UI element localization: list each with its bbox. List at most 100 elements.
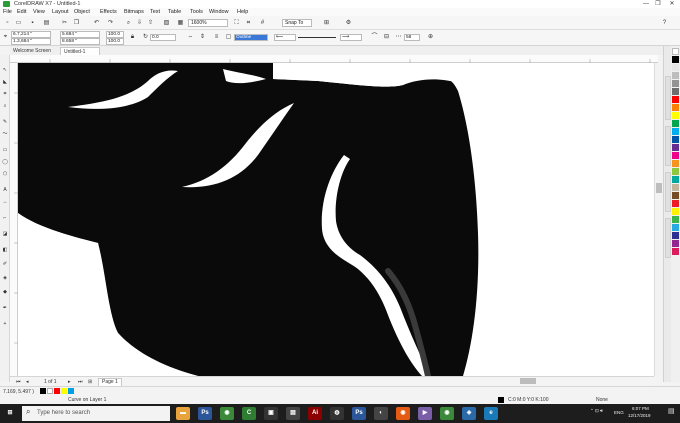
menu-text[interactable]: Text (150, 8, 160, 16)
export-icon[interactable]: ⇧ (146, 19, 155, 28)
palette-swatch[interactable] (672, 184, 679, 191)
transparency-tool-icon[interactable]: ◧ (2, 247, 8, 253)
coreldraw-taskbar-icon[interactable]: C (242, 407, 256, 420)
clock-date[interactable]: 12/17/2019 (628, 413, 651, 419)
doc-swatch-white[interactable] (47, 388, 53, 394)
drawing-canvas[interactable] (18, 63, 658, 376)
scale-y-field[interactable]: 100.0 (106, 38, 124, 45)
full-screen-icon[interactable]: ⛶ (232, 19, 241, 28)
menu-view[interactable]: View (33, 8, 45, 16)
app-icon-4[interactable]: ◐ (374, 407, 388, 420)
wrap-text-icon[interactable]: ≡ (212, 33, 221, 42)
menu-tools[interactable]: Tools (190, 8, 203, 16)
fill-color-swatch[interactable] (498, 397, 504, 403)
palette-swatch[interactable] (672, 112, 679, 119)
grid-icon[interactable]: # (258, 19, 267, 28)
h-scroll-thumb[interactable] (520, 378, 536, 384)
photoshop-icon[interactable]: Ps (198, 407, 212, 420)
menu-help[interactable]: Help (237, 8, 248, 16)
connector-tool-icon[interactable]: ⌐ (2, 215, 8, 221)
tab-welcome-screen[interactable]: Welcome Screen (10, 47, 54, 55)
maximize-button[interactable]: ❐ (652, 0, 664, 8)
vertical-scrollbar[interactable] (654, 63, 663, 376)
mirror-vertical-icon[interactable]: ⇕ (198, 33, 207, 42)
line-style-preview[interactable] (298, 37, 336, 38)
end-arrowhead-dropdown[interactable]: ⟶ (340, 34, 362, 41)
quick-customize-icon[interactable]: ⊕ (426, 33, 435, 42)
notifications-icon[interactable]: ▤ (668, 408, 675, 415)
x-position-field[interactable]: 6.7,214 " (11, 31, 51, 38)
palette-swatch[interactable] (672, 120, 679, 127)
menu-edit[interactable]: Edit (17, 8, 26, 16)
app-launcher-icon[interactable]: ▦ (176, 19, 185, 28)
pick-tool-icon[interactable]: ↖ (2, 67, 8, 73)
palette-swatch[interactable] (672, 208, 679, 215)
redo-icon[interactable]: ↷ (106, 19, 115, 28)
close-button[interactable]: ✕ (666, 0, 678, 8)
next-page-button[interactable]: ▸ (68, 378, 71, 386)
save-icon[interactable]: ▪ (28, 19, 37, 28)
menu-bitmaps[interactable]: Bitmaps (124, 8, 144, 16)
doc-swatch-black[interactable] (40, 388, 46, 394)
last-page-button[interactable]: ⏭ (78, 378, 83, 386)
start-arrowhead-dropdown[interactable]: ⟵ (274, 34, 296, 41)
chrome-icon[interactable]: ◉ (220, 407, 234, 420)
menu-window[interactable]: Window (209, 8, 229, 16)
polygon-tool-icon[interactable]: ⬠ (2, 171, 8, 177)
text-wrap-icon[interactable]: ⊟ (382, 33, 391, 42)
menu-effects[interactable]: Effects (100, 8, 117, 16)
scale-x-field[interactable]: 100.0 (106, 31, 124, 38)
y-position-field[interactable]: 1.3,684 " (11, 38, 51, 45)
cut-icon[interactable]: ✂ (60, 19, 69, 28)
palette-swatch[interactable] (672, 80, 679, 87)
palette-swatch[interactable] (672, 232, 679, 239)
palette-swatch[interactable] (672, 72, 679, 79)
first-page-button[interactable]: ⏮ (16, 378, 21, 386)
add-page-button[interactable]: ⊞ (88, 378, 92, 386)
zoom-tool-icon[interactable]: ⌕ (2, 103, 8, 109)
width-field[interactable]: 5.684 " (60, 31, 100, 38)
monitor-app-icon[interactable]: ▣ (264, 407, 278, 420)
language-indicator[interactable]: ENG (614, 410, 624, 416)
palette-swatch[interactable] (672, 216, 679, 223)
undo-icon[interactable]: ↶ (92, 19, 101, 28)
mirror-horizontal-icon[interactable]: ⇔ (186, 33, 195, 42)
rectangle-tool-icon[interactable]: ▭ (2, 147, 8, 153)
photoshop-icon-2[interactable]: Ps (352, 407, 366, 420)
menu-table[interactable]: Table (168, 8, 181, 16)
add-tool-icon[interactable]: + (2, 321, 8, 327)
chrome-icon-2[interactable]: ◉ (440, 407, 454, 420)
app-icon-2[interactable]: ▤ (286, 407, 300, 420)
reduce-nodes-icon[interactable]: ⋯ (394, 33, 403, 42)
hints-question-icon[interactable]: ? (660, 19, 669, 28)
alignment-guides-icon[interactable]: ⊞ (322, 19, 331, 28)
eyedropper-icon[interactable]: ✐ (2, 261, 8, 267)
outline-pen-icon[interactable]: ✒ (2, 305, 8, 311)
palette-swatch[interactable] (672, 160, 679, 167)
windows-start-icon[interactable]: ⊞ (3, 407, 17, 420)
app-icon-5[interactable]: ▶ (418, 407, 432, 420)
palette-swatch[interactable] (672, 152, 679, 159)
copy-icon[interactable]: ❐ (72, 19, 81, 28)
firefox-icon[interactable]: ◉ (396, 407, 410, 420)
palette-swatch[interactable] (672, 96, 679, 103)
palette-swatch[interactable] (672, 168, 679, 175)
smart-fill-icon[interactable]: ◆ (2, 289, 8, 295)
scroll-thumb[interactable] (656, 183, 662, 193)
tab-untitled-1[interactable]: Untitled-1 (60, 47, 100, 55)
zoom-level-field[interactable]: 1600% (188, 19, 228, 27)
palette-swatch[interactable] (672, 104, 679, 111)
text-tool-icon[interactable]: A (2, 187, 8, 193)
palette-swatch[interactable] (672, 48, 679, 55)
outline-width-field[interactable]: Outline (234, 34, 268, 41)
palette-swatch[interactable] (672, 88, 679, 95)
palette-swatch[interactable] (672, 176, 679, 183)
illustrator-icon[interactable]: Ai (308, 407, 322, 420)
freehand-tool-icon[interactable]: ✎ (2, 119, 8, 125)
crop-tool-icon[interactable]: ⌗ (2, 91, 8, 97)
drop-shadow-icon[interactable]: ◪ (2, 231, 8, 237)
palette-swatch[interactable] (672, 128, 679, 135)
artistic-media-icon[interactable]: 〜 (2, 131, 8, 137)
lock-ratio-icon[interactable]: 🔒︎ (128, 33, 137, 42)
palette-swatch[interactable] (672, 136, 679, 143)
